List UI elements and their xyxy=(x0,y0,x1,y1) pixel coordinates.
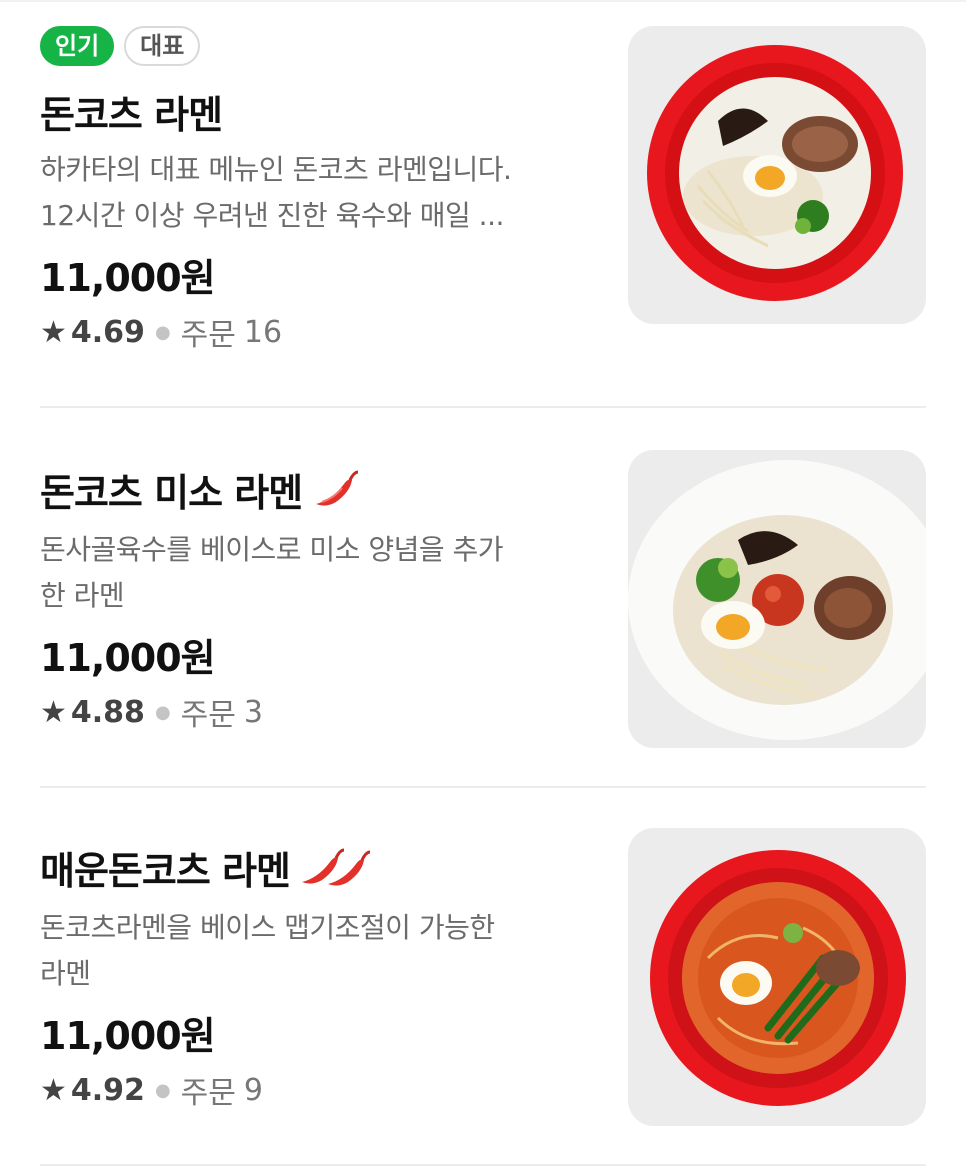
menu-name: 돈코츠 미소 라멘 xyxy=(40,471,303,515)
menu-item-info: 돈코츠 미소 라멘 돈사골육수를 베이스로 미소 양념을 추가 한 라멘 11,… xyxy=(40,462,600,738)
star-icon: ★ xyxy=(40,314,67,350)
menu-price: 11,000원 xyxy=(40,256,216,300)
menu-name: 매운돈코츠 라멘 xyxy=(40,849,291,893)
menu-description: 돈사골육수를 베이스로 미소 양념을 추가 한 라멘 xyxy=(40,527,600,619)
menu-description: 하카타의 대표 메뉴인 돈코츠 라멘입니다. 12시간 이상 우려낸 진한 육수… xyxy=(40,147,600,239)
menu-name-row: 돈코츠 미소 라멘 xyxy=(40,462,600,517)
order-label: 주문 xyxy=(180,1076,236,1111)
item-divider xyxy=(40,1164,926,1166)
rating-value: 4.88 xyxy=(70,694,145,730)
star-icon: ★ xyxy=(40,694,67,730)
signature-badge: 대표 xyxy=(124,26,201,66)
menu-description-line: 라멘 xyxy=(40,957,91,990)
chili-pepper-icon xyxy=(310,466,362,514)
chili-pepper-icon xyxy=(298,844,376,892)
badge-group: 인기 대표 xyxy=(40,24,600,68)
separator-dot: ● xyxy=(154,701,171,723)
order-label: 주문 xyxy=(180,698,236,733)
menu-description-line: 12시간 이상 우려낸 진한 육수와 매일 ... xyxy=(40,199,504,232)
star-icon: ★ xyxy=(40,1072,67,1108)
rating-value: 4.92 xyxy=(70,1072,145,1108)
menu-meta: ★ 4.69 ● 주문 16 xyxy=(40,306,600,358)
separator-dot: ● xyxy=(154,1079,171,1101)
menu-description: 돈코츠라멘을 베이스 맵기조절이 가능한 라멘 xyxy=(40,905,600,997)
spicy-ramen-image xyxy=(628,828,926,1126)
menu-image[interactable] xyxy=(628,450,926,748)
menu-name-row: 돈코츠 라멘 xyxy=(40,84,600,139)
miso-ramen-image xyxy=(628,450,926,748)
menu-meta: ★ 4.88 ● 주문 3 xyxy=(40,686,600,738)
item-divider xyxy=(40,406,926,408)
menu-image[interactable] xyxy=(628,828,926,1126)
top-divider xyxy=(0,0,966,2)
menu-description-line: 한 라멘 xyxy=(40,579,125,612)
tonkotsu-ramen-image xyxy=(628,26,926,324)
menu-image[interactable] xyxy=(628,26,926,324)
menu-name-row: 매운돈코츠 라멘 xyxy=(40,840,600,895)
order-label: 주문 xyxy=(180,318,236,353)
order-count: 16 xyxy=(243,314,283,350)
separator-dot: ● xyxy=(154,321,171,343)
menu-item-info: 매운돈코츠 라멘 돈코츠라멘을 베이스 맵기조절이 가능한 라멘 11,000원… xyxy=(40,840,600,1116)
rating-value: 4.69 xyxy=(70,314,145,350)
menu-description-line: 돈코츠라멘을 베이스 맵기조절이 가능한 xyxy=(40,911,495,944)
menu-price: 11,000원 xyxy=(40,1014,216,1058)
menu-item-info: 인기 대표 돈코츠 라멘 하카타의 대표 메뉴인 돈코츠 라멘입니다. 12시간… xyxy=(40,24,600,358)
order-count: 9 xyxy=(243,1072,263,1108)
menu-description-line: 하카타의 대표 메뉴인 돈코츠 라멘입니다. xyxy=(40,153,512,186)
menu-meta: ★ 4.92 ● 주문 9 xyxy=(40,1064,600,1116)
popular-badge: 인기 xyxy=(40,26,115,66)
menu-price: 11,000원 xyxy=(40,636,216,680)
menu-description-line: 돈사골육수를 베이스로 미소 양념을 추가 xyxy=(40,533,504,566)
order-count: 3 xyxy=(243,694,263,730)
item-divider xyxy=(40,786,926,788)
menu-name: 돈코츠 라멘 xyxy=(40,93,223,137)
